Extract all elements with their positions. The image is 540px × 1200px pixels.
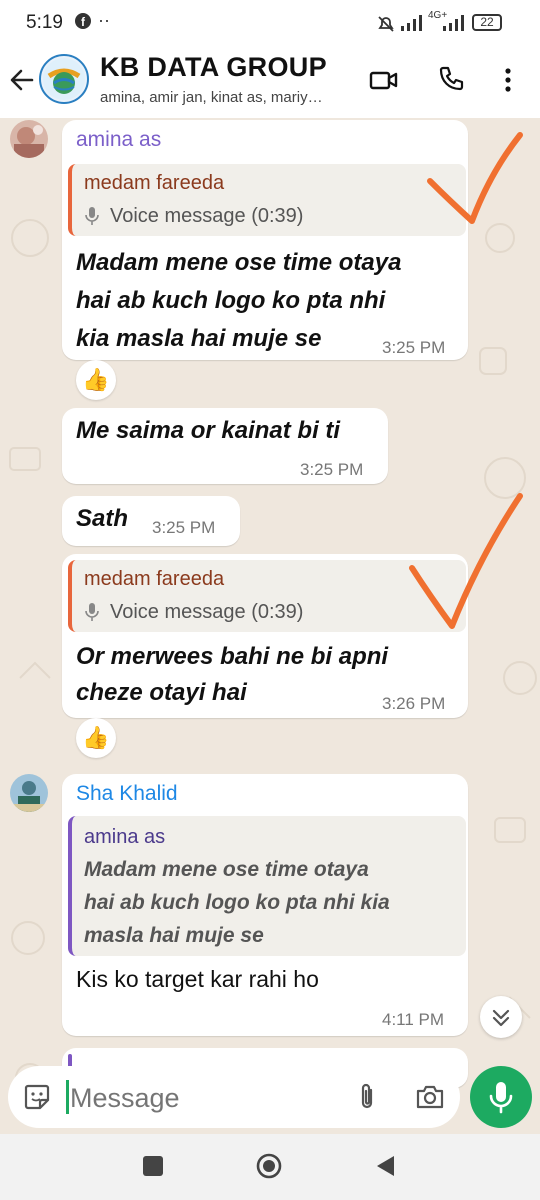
sender-avatar-amina[interactable] <box>10 120 48 158</box>
quoted-sender: medam fareeda <box>84 172 225 194</box>
back-arrow-icon[interactable] <box>8 62 38 96</box>
message-line: kia masla hai muje se <box>76 325 322 352</box>
voice-message-label: Voice message (0:39) <box>110 601 304 623</box>
status-bar: 5:19 f ·· 4G+ 22 <box>0 0 540 48</box>
message-bubble-5[interactable]: Sha Khalid amina as Madam mene ose time … <box>62 774 468 1036</box>
message-text: Sath <box>76 505 129 532</box>
annotation-checkmark-1 <box>427 132 523 224</box>
quoted-text-line: masla hai muje se <box>84 924 264 947</box>
group-avatar[interactable] <box>39 54 89 104</box>
back-nav-icon[interactable] <box>374 1154 396 1183</box>
sender-name[interactable]: Sha Khalid <box>76 782 178 806</box>
quoted-sender: medam fareeda <box>84 568 225 590</box>
message-bubble-2[interactable]: Me saima or kainat bi ti 3:25 PM <box>62 408 388 484</box>
chat-area[interactable]: amina as medam fareeda Voice message (0:… <box>0 118 540 1134</box>
thumbs-up-reaction[interactable]: 👍 <box>76 718 116 758</box>
message-bubble-3[interactable]: Sath 3:25 PM <box>62 496 240 546</box>
recent-apps-icon[interactable] <box>143 1156 163 1176</box>
menu-dots-icon[interactable] <box>496 64 532 100</box>
message-time: 4:11 PM <box>382 1010 445 1029</box>
camera-icon[interactable] <box>414 1082 446 1117</box>
battery-icon: 22 <box>472 14 502 31</box>
message-text: Me saima or kainat bi ti <box>76 417 341 444</box>
video-call-icon[interactable] <box>368 64 404 100</box>
status-time: 5:19 <box>26 12 63 33</box>
attach-icon[interactable] <box>354 1082 380 1117</box>
message-line: Or merwees bahi ne bi apni <box>76 643 389 670</box>
message-input[interactable] <box>68 1076 342 1120</box>
double-chevron-down-icon <box>492 1009 510 1027</box>
sender-name[interactable]: amina as <box>76 128 161 152</box>
signal-icon-1 <box>400 14 424 37</box>
microphone-icon <box>489 1082 513 1114</box>
message-composer[interactable] <box>8 1066 460 1128</box>
quoted-text-line: hai ab kuch logo ko pta nhi kia <box>84 891 390 914</box>
voice-call-icon[interactable] <box>436 64 472 100</box>
system-nav-bar <box>0 1134 540 1200</box>
signal-icon-2 <box>442 14 466 37</box>
group-members[interactable]: amina, amir jan, kinat as, mariy… <box>100 89 350 106</box>
message-line: cheze otayi hai <box>76 679 247 706</box>
home-icon[interactable] <box>255 1152 283 1180</box>
sender-avatar-sha-khalid[interactable] <box>10 774 48 812</box>
scroll-to-bottom-button[interactable] <box>480 996 522 1038</box>
voice-message-label: Voice message (0:39) <box>110 205 304 227</box>
quoted-message[interactable]: medam fareeda Voice message (0:39) <box>68 164 466 236</box>
quoted-text-line: Madam mene ose time otaya <box>84 858 369 881</box>
message-time: 3:25 PM <box>152 518 216 537</box>
thumbs-up-reaction[interactable]: 👍 <box>76 360 116 400</box>
message-time: 3:26 PM <box>382 694 446 713</box>
message-line: hai ab kuch logo ko pta nhi <box>76 287 386 314</box>
voice-record-button[interactable] <box>470 1066 532 1128</box>
microphone-icon <box>84 602 100 627</box>
group-title[interactable]: KB DATA GROUP <box>100 52 327 83</box>
mute-icon <box>376 14 396 39</box>
message-time: 3:25 PM <box>382 338 446 357</box>
quoted-message[interactable]: amina as Madam mene ose time otaya hai a… <box>68 816 466 956</box>
message-line: Madam mene ose time otaya <box>76 249 402 276</box>
quoted-sender: amina as <box>84 826 166 848</box>
chat-header: KB DATA GROUP amina, amir jan, kinat as,… <box>0 48 540 118</box>
message-bubble-1[interactable]: amina as medam fareeda Voice message (0:… <box>62 120 468 360</box>
annotation-checkmark-2 <box>409 493 523 629</box>
message-text: Kis ko target kar rahi ho <box>76 966 319 992</box>
microphone-icon <box>84 206 100 231</box>
message-time: 3:25 PM <box>300 460 364 479</box>
more-notifications-icon: ·· <box>98 10 110 30</box>
sticker-icon[interactable] <box>22 1082 52 1117</box>
facebook-icon: f <box>74 12 92 34</box>
